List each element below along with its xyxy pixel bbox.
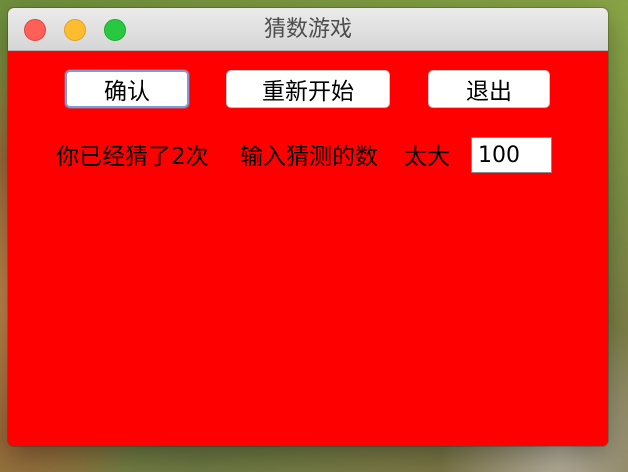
game-window: 猜数游戏 确认 重新开始 退出 你已经猜了2次 输入猜测的数 太大 xyxy=(8,8,608,446)
restart-button[interactable]: 重新开始 xyxy=(226,70,390,108)
hint-label: 太大 xyxy=(404,144,450,170)
confirm-button[interactable]: 确认 xyxy=(65,70,189,108)
title-bar[interactable]: 猜数游戏 xyxy=(8,8,608,51)
window-title: 猜数游戏 xyxy=(263,17,352,42)
guess-prompt-label: 输入猜测的数 xyxy=(240,144,378,170)
content-panel: 确认 重新开始 退出 你已经猜了2次 输入猜测的数 太大 xyxy=(8,51,608,446)
exit-button[interactable]: 退出 xyxy=(428,70,550,108)
guess-count-label: 你已经猜了2次 xyxy=(56,144,209,170)
guess-input[interactable] xyxy=(471,137,552,173)
